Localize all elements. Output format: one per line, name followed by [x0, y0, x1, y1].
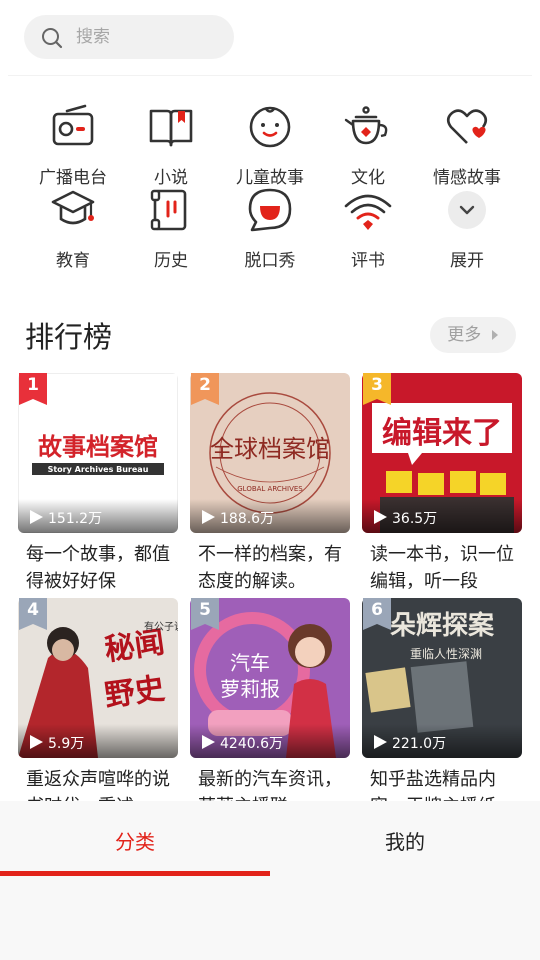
book-icon [149, 109, 193, 147]
search-input[interactable] [76, 15, 226, 59]
play-icon [202, 510, 215, 524]
triangle-right-icon [491, 330, 498, 340]
more-label: 更多 [447, 325, 482, 345]
category-label: 儿童故事 [236, 168, 304, 188]
teapot-icon [344, 106, 388, 145]
category-talk-show[interactable]: 脱口秀 [225, 186, 315, 271]
cover-title: 全球档案馆 [210, 435, 330, 463]
category-radio[interactable]: 广播电台 [28, 103, 118, 188]
category-expand-button[interactable]: 展开 [422, 186, 512, 271]
category-education[interactable]: 教育 [28, 186, 118, 271]
album-description: 每一个故事，都值得被好好保 [26, 544, 170, 592]
category-label: 教育 [56, 251, 90, 271]
category-history[interactable]: 历史 [126, 186, 216, 271]
more-button[interactable]: 更多 [430, 317, 516, 353]
cover-title: 朵辉探案 [390, 610, 495, 641]
rank-badge: 3 [363, 373, 391, 405]
play-icon [30, 735, 43, 749]
category-label: 文化 [351, 168, 385, 188]
chevron-down-icon [448, 191, 486, 229]
album-description: 读一本书，识一位编辑，听一段 [370, 544, 514, 592]
cover-subtitle: 重临人性深渊 [410, 647, 482, 661]
category-label: 广播电台 [39, 168, 107, 188]
category-label: 情感故事 [433, 168, 501, 188]
search-icon [42, 28, 63, 49]
rank-badge: 5 [191, 598, 219, 630]
play-icon [30, 510, 43, 524]
svg-text:汽车: 汽车 [230, 651, 270, 675]
divider [8, 75, 532, 76]
play-count: 188.6万 [190, 499, 350, 533]
cover-subtitle: Story Archives Bureau [48, 465, 149, 474]
play-icon [374, 735, 387, 749]
play-icon [374, 510, 387, 524]
svg-text:萝莉报: 萝莉报 [220, 677, 280, 701]
tab-category[interactable]: 分类 [0, 826, 270, 855]
category-label: 脱口秀 [244, 251, 296, 271]
ranking-title: 排行榜 [25, 320, 113, 354]
rank-badge: 6 [363, 598, 391, 630]
category-label: 历史 [154, 251, 188, 271]
search-bar[interactable] [24, 15, 234, 59]
graduation-cap-icon [51, 190, 95, 225]
play-count: 221.0万 [362, 724, 522, 758]
rank-badge: 4 [19, 598, 47, 630]
radio-icon [52, 104, 94, 146]
album-description: 不一样的档案，有态度的解读。 [198, 544, 342, 592]
category-novel[interactable]: 小说 [126, 103, 216, 188]
category-kids-story[interactable]: 儿童故事 [225, 103, 315, 188]
play-count: 4240.6万 [190, 724, 350, 758]
tab-mine[interactable]: 我的 [270, 826, 540, 855]
fan-icon [344, 194, 392, 230]
child-face-icon [249, 106, 291, 148]
cover-subtitle: 有公子说 [144, 620, 178, 633]
bottom-tab-bar: 分类 我的 [0, 801, 540, 960]
play-icon [202, 735, 215, 749]
speech-bubble-icon [248, 188, 292, 232]
category-storytelling[interactable]: 评书 [323, 186, 413, 271]
category-label: 评书 [351, 251, 385, 271]
scroll-icon [150, 189, 187, 231]
category-label: 小说 [154, 168, 188, 188]
category-emotion-story[interactable]: 情感故事 [422, 103, 512, 188]
cover-title: 故事档案馆 [38, 433, 158, 461]
rank-badge: 2 [191, 373, 219, 405]
active-tab-indicator [0, 871, 270, 876]
heart-icon [446, 109, 488, 144]
cover-title: 编辑来了 [382, 416, 502, 451]
play-count: 151.2万 [18, 499, 178, 533]
category-label: 展开 [450, 251, 484, 271]
rank-badge: 1 [19, 373, 47, 405]
category-culture[interactable]: 文化 [323, 103, 413, 188]
cover-subtitle: GLOBAL ARCHIVES [237, 485, 303, 493]
play-count: 5.9万 [18, 724, 178, 758]
play-count: 36.5万 [362, 499, 522, 533]
